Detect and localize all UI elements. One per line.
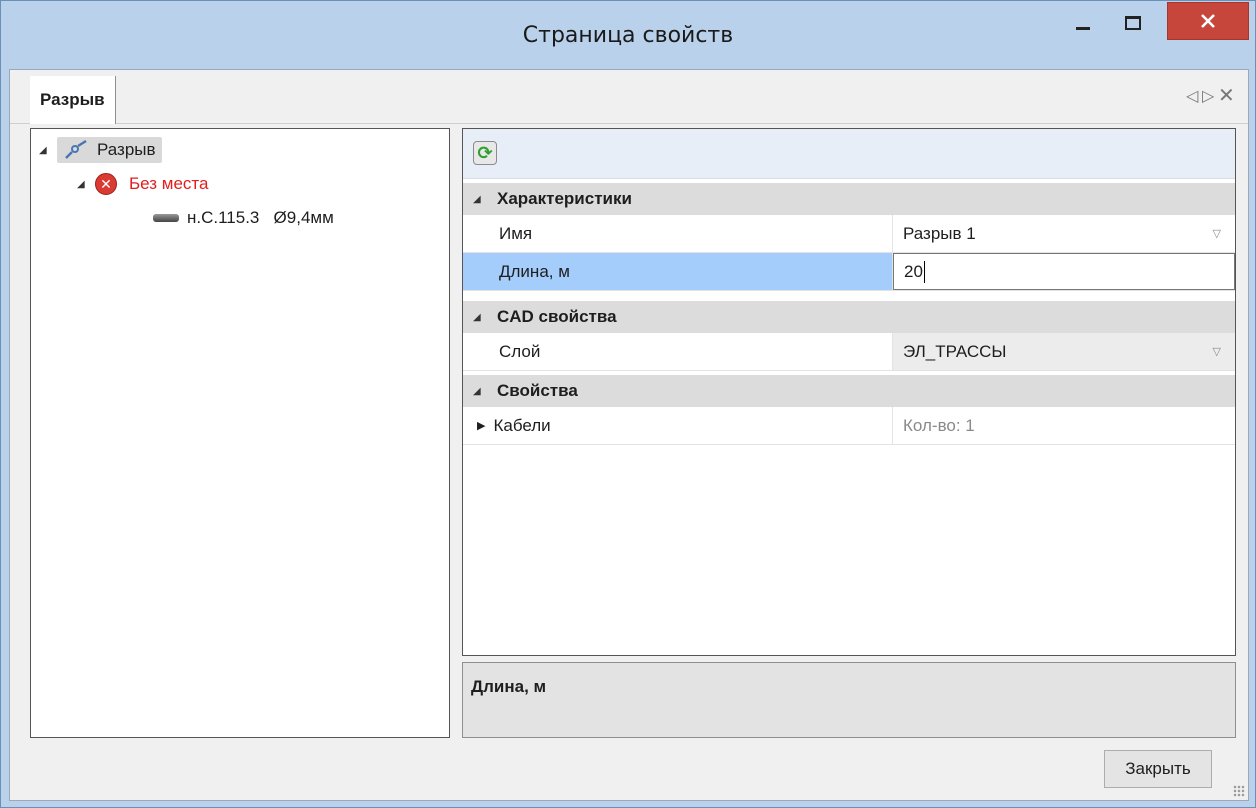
close-button[interactable]: Закрыть — [1104, 750, 1212, 788]
title-bar[interactable]: Страница свойств — [1, 1, 1255, 69]
tree-node-cable-label: н.С.115.3 Ø9,4мм — [187, 208, 334, 227]
property-grid: ⟳ ◢ Характеристики Имя Разрыв 1 ▽ Длина,… — [462, 128, 1236, 656]
property-toolbar: ⟳ — [463, 129, 1235, 179]
length-input[interactable]: 20 — [893, 253, 1235, 290]
close-window-button[interactable] — [1167, 2, 1249, 40]
close-icon — [1201, 14, 1215, 28]
property-value-text: Разрыв 1 — [903, 223, 976, 243]
cable-icon — [153, 214, 179, 222]
expanded-arrow-icon[interactable]: ◢ — [77, 179, 95, 190]
property-name: Длина, м — [463, 253, 893, 290]
tab-scroll-left-icon[interactable]: ◁ — [1186, 86, 1198, 106]
refresh-icon[interactable]: ⟳ — [473, 141, 497, 165]
tab-strip: Разрыв ◁ ▷ ✕ — [10, 70, 1248, 124]
property-value-name[interactable]: Разрыв 1 ▽ — [893, 215, 1235, 252]
maximize-icon — [1125, 16, 1141, 30]
tree-node-no-place[interactable]: ◢ ✕ Без места — [77, 169, 208, 199]
tab-close-icon[interactable]: ✕ — [1218, 83, 1235, 108]
minimize-icon — [1076, 26, 1090, 30]
maximize-button[interactable] — [1111, 1, 1155, 45]
collapse-arrow-icon[interactable]: ◢ — [473, 386, 497, 397]
property-name: ▶ Кабели — [463, 407, 893, 444]
property-row-length[interactable]: Длина, м 20 — [463, 253, 1235, 291]
description-title: Длина, м — [471, 677, 547, 696]
category-cad[interactable]: ◢ CAD свойства — [463, 301, 1235, 333]
tree-node-no-place-label: Без места — [129, 174, 209, 193]
minimize-button[interactable] — [1061, 1, 1105, 45]
category-label: CAD свойства — [497, 307, 617, 326]
property-name: Слой — [463, 333, 893, 370]
collapse-arrow-icon[interactable]: ◢ — [473, 194, 497, 205]
layer-dropdown-value: ЭЛ_ТРАССЫ — [903, 341, 1007, 361]
property-row-name[interactable]: Имя Разрыв 1 ▽ — [463, 215, 1235, 253]
property-row-layer[interactable]: Слой ЭЛ_ТРАССЫ ▽ — [463, 333, 1235, 371]
tab-scroll-right-icon[interactable]: ▷ — [1202, 86, 1214, 106]
property-name-text: Кабели — [493, 415, 551, 435]
property-row-cables[interactable]: ▶ Кабели Кол-во: 1 — [463, 407, 1235, 445]
tree-node-cable[interactable]: н.С.115.3 Ø9,4мм — [153, 203, 334, 233]
resize-grip-icon[interactable] — [1233, 785, 1245, 797]
category-characteristics[interactable]: ◢ Характеристики — [463, 183, 1235, 215]
category-label: Характеристики — [497, 189, 632, 208]
tree-node-break-label: Разрыв — [97, 140, 156, 159]
error-icon: ✕ — [95, 173, 117, 195]
layer-dropdown[interactable]: ЭЛ_ТРАССЫ ▽ — [893, 333, 1235, 370]
object-tree[interactable]: ◢ Разрыв ◢ ✕ Без места н.С.115.3 Ø9,4мм — [30, 128, 450, 738]
text-caret — [923, 260, 925, 283]
properties-window: Страница свойств Разрыв ◁ ▷ ✕ ◢ Разрыв ◢… — [0, 0, 1256, 808]
chevron-down-icon[interactable]: ▽ — [1213, 345, 1221, 358]
category-properties[interactable]: ◢ Свойства — [463, 375, 1235, 407]
client-area: Разрыв ◁ ▷ ✕ ◢ Разрыв ◢ ✕ Без места н.С.… — [9, 69, 1249, 801]
property-value-cables: Кол-во: 1 — [903, 415, 975, 435]
chevron-down-icon[interactable]: ▽ — [1213, 227, 1221, 240]
collapse-arrow-icon[interactable]: ◢ — [473, 312, 497, 323]
break-icon — [65, 139, 87, 159]
expand-arrow-icon[interactable]: ▶ — [477, 419, 485, 432]
tree-node-selection: Разрыв — [57, 137, 162, 163]
tab-break[interactable]: Разрыв — [30, 76, 116, 124]
expanded-arrow-icon[interactable]: ◢ — [39, 145, 57, 156]
category-label: Свойства — [497, 381, 578, 400]
tree-node-break[interactable]: ◢ Разрыв — [39, 135, 162, 165]
property-name: Имя — [463, 215, 893, 252]
length-input-text: 20 — [904, 261, 923, 281]
description-panel: Длина, м — [462, 662, 1236, 738]
